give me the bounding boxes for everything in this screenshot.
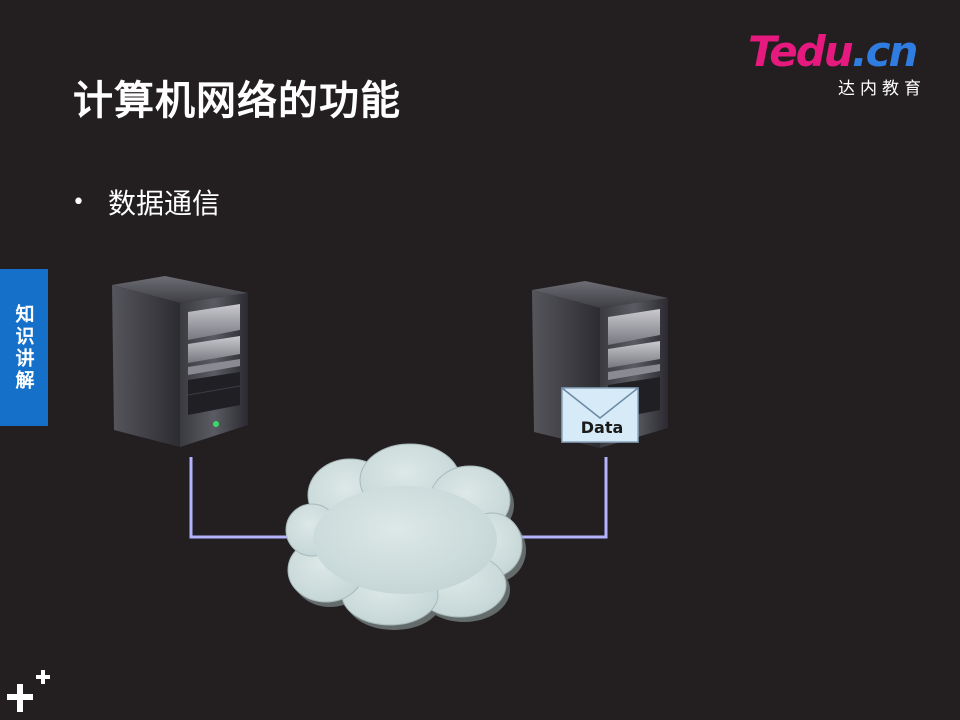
left-link-line — [189, 457, 300, 539]
network-diagram: Data — [112, 276, 668, 630]
envelope-label: Data — [581, 418, 624, 437]
left-server-icon — [112, 276, 248, 447]
network-cloud-icon — [285, 443, 526, 630]
right-link-line — [515, 457, 608, 539]
plus-logo-icon — [7, 670, 50, 712]
slide: 计算机网络的功能 • 数据通信 Tedu.cn 达内教育 知识讲解 Data — [0, 0, 960, 720]
mail-envelope-icon: Data — [561, 387, 639, 443]
